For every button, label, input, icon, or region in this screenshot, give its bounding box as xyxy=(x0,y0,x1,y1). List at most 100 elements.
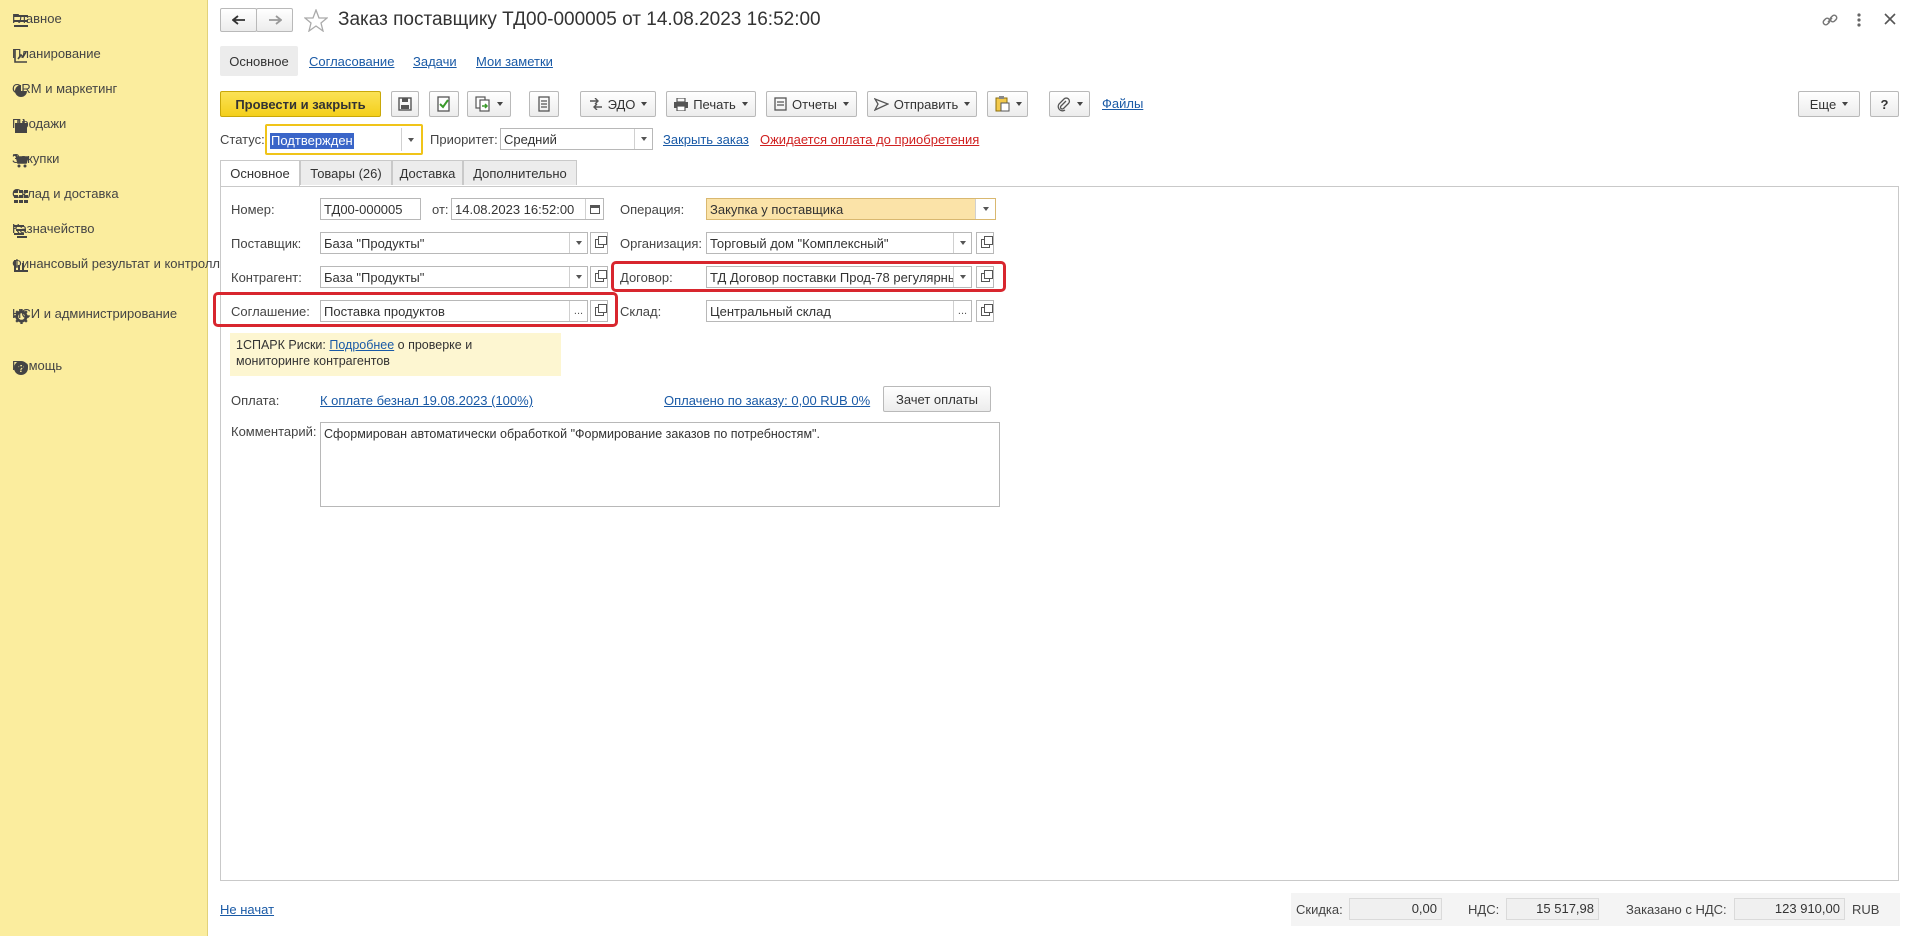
open-external-icon xyxy=(980,303,993,316)
report-icon xyxy=(774,97,787,111)
files-link[interactable]: Файлы xyxy=(1102,96,1143,111)
link-icon[interactable] xyxy=(1822,12,1838,31)
sidebar-item-treasury[interactable]: Казначейство xyxy=(0,221,208,240)
tab-goods[interactable]: Товары (26) xyxy=(300,160,392,185)
ordered-with-vat-value: 123 910,00 xyxy=(1734,898,1845,920)
calendar-button[interactable] xyxy=(585,199,603,219)
sidebar-item-finance[interactable]: Финансовый результат и контроллинг xyxy=(0,256,240,275)
supplier-open-button[interactable] xyxy=(590,232,608,254)
reports-menu-button[interactable]: Отчеты xyxy=(766,91,857,117)
priority-select[interactable]: Средний xyxy=(500,128,653,150)
printer-icon xyxy=(674,97,689,111)
spark-suffix: о проверке и xyxy=(394,338,473,352)
send-menu-button[interactable]: Отправить xyxy=(867,91,977,117)
spark-details-link[interactable]: Подробнее xyxy=(329,338,394,352)
payment-terms-link[interactable]: К оплате безнал 19.08.2023 (100%) xyxy=(320,393,533,408)
sidebar-item-planning[interactable]: Планирование xyxy=(0,46,208,65)
nav-tab-notes[interactable]: Мои заметки xyxy=(476,54,553,69)
status-input[interactable]: Подтвержден xyxy=(270,132,354,149)
warehouse-open-button[interactable] xyxy=(976,300,994,322)
document-list-icon xyxy=(538,96,550,112)
date-input[interactable]: 14.08.2023 16:52:00 xyxy=(451,198,604,220)
number-input[interactable]: ТД00-000005 xyxy=(320,198,421,220)
supplier-dropdown[interactable] xyxy=(569,233,587,253)
save-button[interactable] xyxy=(391,91,419,117)
close-icon[interactable] xyxy=(1884,13,1896,28)
sidebar-item-label: Главное xyxy=(12,11,62,26)
sidebar: Главное Планирование CRM и маркетинг Про… xyxy=(0,0,240,936)
organization-dropdown[interactable] xyxy=(953,233,971,253)
comment-label: Комментарий: xyxy=(231,424,317,439)
more-actions-button[interactable]: Еще xyxy=(1798,91,1860,117)
supplier-select[interactable]: База "Продукты" xyxy=(320,232,588,254)
organization-open-button[interactable] xyxy=(976,232,994,254)
warehouse-value: Центральный склад xyxy=(710,303,831,319)
comment-textarea[interactable]: Сформирован автоматически обработкой "Фо… xyxy=(320,422,1000,507)
document-status-link[interactable]: Не начат xyxy=(220,902,274,917)
counterparty-select[interactable]: База "Продукты" xyxy=(320,266,588,288)
chevron-down-icon xyxy=(1842,102,1849,106)
counterparty-dropdown[interactable] xyxy=(569,267,587,287)
operation-dropdown[interactable] xyxy=(975,199,995,219)
edo-menu-button[interactable]: ЭДО xyxy=(580,91,656,117)
awaiting-payment-link[interactable]: Ожидается оплата до приобретения xyxy=(760,132,979,147)
more-vertical-icon[interactable] xyxy=(1856,12,1862,31)
post-and-close-button[interactable]: Провести и закрыть xyxy=(220,91,381,117)
sidebar-item-warehouse[interactable]: Склад и доставка xyxy=(0,186,208,205)
favorite-star-icon[interactable] xyxy=(303,8,329,35)
sidebar-item-label: Финансовый результат и контроллинг xyxy=(12,256,240,271)
sidebar-item-label: Помощь xyxy=(12,358,63,373)
tab-main[interactable]: Основное xyxy=(220,160,300,186)
nav-tab-main[interactable]: Основное xyxy=(220,46,298,76)
warehouse-select[interactable]: Центральный склад ... xyxy=(706,300,972,322)
counterparty-open-button[interactable] xyxy=(590,266,608,288)
organization-value: Торговый дом "Комплексный" xyxy=(710,235,889,251)
close-order-link[interactable]: Закрыть заказ xyxy=(663,132,749,147)
status-dropdown[interactable] xyxy=(401,128,419,151)
paid-amount-link[interactable]: Оплачено по заказу: 0,00 RUB 0% xyxy=(664,393,870,408)
sidebar-item-sales[interactable]: Продажи xyxy=(0,116,208,135)
payment-offset-button[interactable]: Зачет оплаты xyxy=(883,386,991,412)
sidebar-item-purchases[interactable]: Закупки xyxy=(0,151,208,170)
sidebar-item-label: Закупки xyxy=(12,151,60,166)
nav-tab-tasks[interactable]: Задачи xyxy=(413,54,457,69)
operation-select[interactable]: Закупка у поставщика xyxy=(706,198,996,220)
tab-delivery[interactable]: Доставка xyxy=(392,160,463,185)
sidebar-item-label: Склад и доставка xyxy=(12,186,119,201)
chevron-down-icon xyxy=(959,241,966,245)
sidebar-item-crm[interactable]: CRM и маркетинг xyxy=(0,81,208,100)
status-label: Статус: xyxy=(220,132,265,147)
sidebar-item-label: Планирование xyxy=(12,46,101,61)
post-button[interactable] xyxy=(429,91,459,117)
attach-file-button[interactable] xyxy=(1049,91,1090,117)
forward-button[interactable] xyxy=(256,8,293,32)
sidebar-item-main[interactable]: Главное xyxy=(0,11,208,30)
help-button[interactable]: ? xyxy=(1870,91,1899,117)
sidebar-item-label: НСИ и администрирование xyxy=(12,306,178,321)
priority-dropdown[interactable] xyxy=(634,129,652,149)
sidebar-item-help[interactable]: ? Помощь xyxy=(0,358,208,377)
priority-value: Средний xyxy=(504,131,557,147)
vat-value: 15 517,98 xyxy=(1506,898,1599,920)
clipboard-icon xyxy=(995,96,1009,112)
create-based-on-button[interactable] xyxy=(467,91,511,117)
agreement-highlight-box xyxy=(213,292,618,327)
calculator-button[interactable] xyxy=(529,91,559,117)
spark-risks-banner: 1СПАРК Риски: Подробнее о проверке и мон… xyxy=(230,333,561,376)
number-label: Номер: xyxy=(231,202,275,217)
spark-prefix: 1СПАРК Риски: xyxy=(236,338,330,352)
status-field-focus[interactable]: Подтвержден xyxy=(265,124,423,155)
counterparty-label: Контрагент: xyxy=(231,270,302,285)
attachments-menu-button[interactable] xyxy=(987,91,1028,117)
arrow-right-icon xyxy=(268,15,282,25)
print-menu-button[interactable]: Печать xyxy=(666,91,756,117)
organization-select[interactable]: Торговый дом "Комплексный" xyxy=(706,232,972,254)
print-label: Печать xyxy=(693,96,736,112)
back-button[interactable] xyxy=(220,8,257,32)
tab-additional[interactable]: Дополнительно xyxy=(463,160,577,185)
chevron-down-icon xyxy=(964,102,971,106)
warehouse-choose-button[interactable]: ... xyxy=(953,301,971,321)
form-panel xyxy=(220,186,1899,881)
sidebar-item-admin[interactable]: НСИ и администрирование xyxy=(0,306,208,325)
nav-tab-approval[interactable]: Согласование xyxy=(309,54,394,69)
